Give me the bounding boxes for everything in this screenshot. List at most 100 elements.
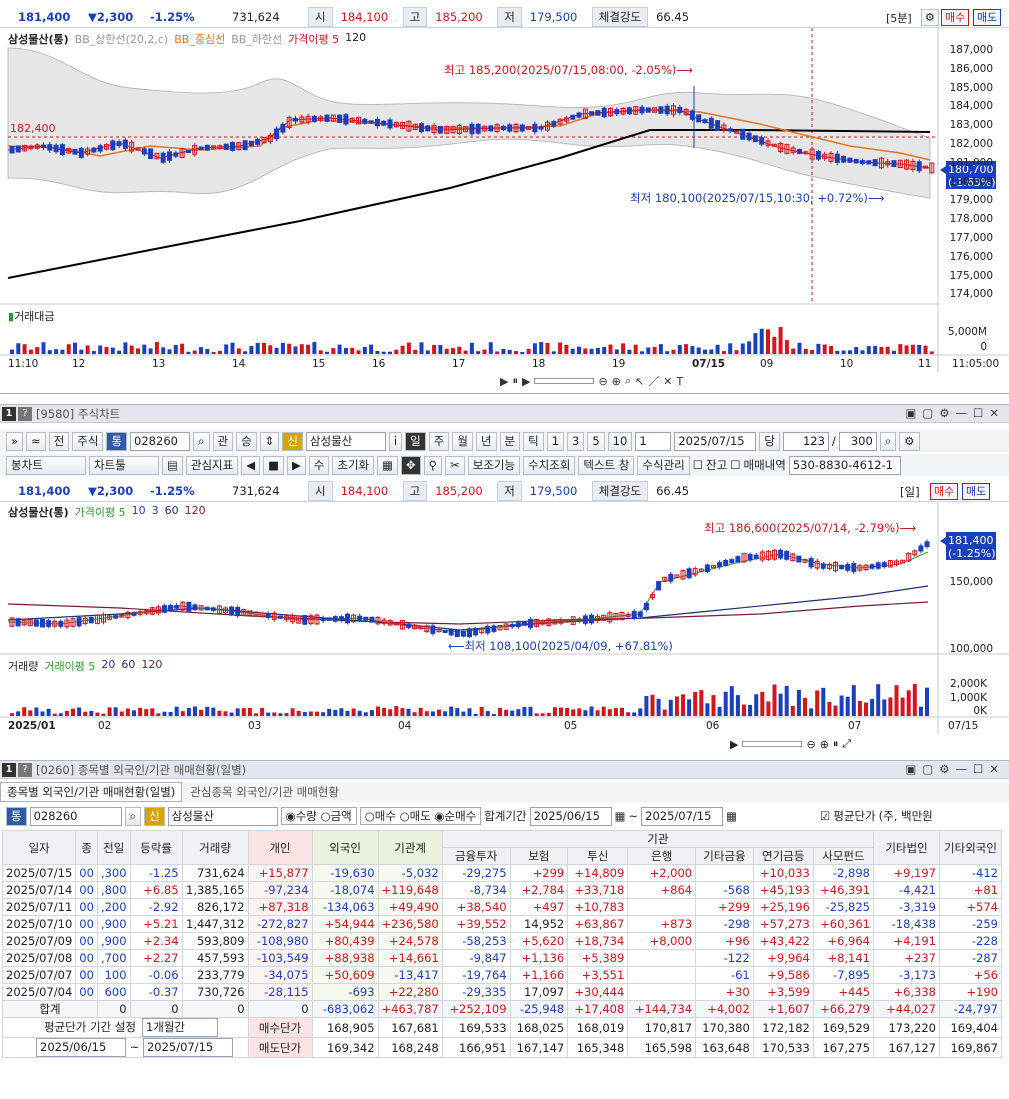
search-icon[interactable]: ⌕ <box>625 374 631 388</box>
avg-setting[interactable]: 평균단가 기간 설정 1개월간 <box>2 1017 249 1038</box>
maximize-icon[interactable]: ⤢ <box>842 737 851 751</box>
buy-button[interactable]: 매수 <box>941 9 970 26</box>
balance-checkbox[interactable]: ☐ <box>693 458 703 472</box>
col-inst-sub[interactable]: 보험 <box>509 847 569 865</box>
reset-button[interactable]: 초기화 <box>332 455 375 475</box>
zoom-in-icon-2[interactable]: ⊕ <box>820 738 829 751</box>
daily-chart[interactable]: 삼성물산(통) 가격이평 5 10 3 60 120 최고 186,600(20… <box>0 502 1009 754</box>
table-row[interactable]: 2025/07/04 00 600 -0.37 730,726 -28,115 -693 +2… <box>2 983 1002 1001</box>
next-icon[interactable]: ▶ <box>286 455 306 475</box>
save-icon[interactable]: ▤ <box>162 455 183 475</box>
link-icon-3[interactable]: 통 <box>6 806 27 826</box>
table-row[interactable]: 2025/07/09 00,900 +2.34 593,809 -108,980 +80,… <box>2 932 1002 950</box>
pause-icon[interactable]: ⏸ <box>512 374 518 388</box>
zoom-in-icon[interactable]: ⊕ <box>612 375 621 388</box>
interval-3[interactable]: 3 <box>567 431 585 451</box>
collapse-icon[interactable]: ≈ <box>26 431 46 451</box>
zoom-slider-2[interactable] <box>742 741 803 747</box>
stock-name-field[interactable]: 삼성물산 <box>305 431 386 451</box>
cursor-icon[interactable]: ↖ <box>635 375 644 388</box>
su-button[interactable]: 수 <box>308 455 330 475</box>
from-date[interactable]: 2025/06/15 <box>529 806 612 826</box>
sell-button[interactable]: 매도 <box>973 9 1002 26</box>
intraday-chart[interactable]: 삼성물산(통) BB_상한선(20,2,c) BB_중심선 BB_하한선 가격이… <box>0 28 1009 394</box>
interval-select[interactable]: 1 <box>635 431 672 451</box>
scroll-right-icon[interactable]: ▶ <box>500 375 508 388</box>
avg-checkbox[interactable]: ☑ <box>820 809 830 823</box>
col-inst-sub[interactable]: 사모펀드 <box>812 847 875 865</box>
move-icon[interactable]: ✥ <box>401 455 421 475</box>
avg-setting[interactable]: 2025/06/15 ~ 2025/07/15 <box>2 1037 249 1058</box>
line-icon[interactable]: ／ <box>648 373 659 389</box>
gear-icon[interactable]: ⚙ <box>921 9 939 26</box>
pin-icon[interactable]: ⚲ <box>423 455 443 475</box>
help-icon[interactable]: ? <box>18 406 32 421</box>
link-icon[interactable]: 통 <box>106 431 128 451</box>
trade-checkbox[interactable]: ☐ <box>730 458 740 472</box>
name-field-3[interactable]: 삼성물산 <box>167 806 278 826</box>
candle-chart-button[interactable]: 봉차트 <box>6 455 86 475</box>
avg-period-select[interactable]: 1개월간 <box>141 1018 218 1037</box>
col-other-foreign[interactable]: 기타외국인 <box>939 830 1002 865</box>
info-button[interactable]: i <box>388 431 403 451</box>
radio-buy[interactable]: ○ <box>365 809 375 823</box>
buy-button-2[interactable]: 매수 <box>930 483 959 500</box>
account-select[interactable]: 530-8830-4612-1 <box>788 455 901 475</box>
col-type[interactable]: 종 <box>75 830 98 865</box>
help-icon-3[interactable]: ? <box>18 762 32 777</box>
col-inst-sub[interactable]: 은행 <box>627 847 697 865</box>
table-row[interactable]: 2025/07/10 00,900 +5.21 1,447,312 -272,827 +5… <box>2 915 1002 933</box>
search-icon[interactable]: ⌕ <box>193 431 210 451</box>
period-day[interactable]: 일 <box>405 431 426 451</box>
period-month[interactable]: 월 <box>452 431 473 451</box>
total-input[interactable]: 300 <box>838 431 877 451</box>
period-year[interactable]: 년 <box>475 431 497 451</box>
col-other-corp[interactable]: 기타법인 <box>873 830 940 865</box>
stop-icon[interactable]: ■ <box>263 455 284 475</box>
zoom-query-icon[interactable]: ⌕ <box>879 431 897 451</box>
date-input[interactable]: 2025/07/15 <box>674 431 757 451</box>
calendar-icon[interactable]: ▦ <box>615 809 626 823</box>
col-rate[interactable]: 등락률 <box>129 830 183 865</box>
table-row[interactable]: 2025/07/11 00,200 -2.92 826,172 +87,318 -134,… <box>2 898 1002 916</box>
search-icon-3[interactable]: ⌕ <box>124 806 142 826</box>
avg-from-date[interactable]: 2025/06/15 <box>36 1038 126 1057</box>
code-input-3[interactable]: 028260 <box>29 806 122 826</box>
stepper-icon[interactable]: ⇕ <box>259 431 280 451</box>
count-input[interactable]: 123 <box>782 431 829 451</box>
period-tick[interactable]: 틱 <box>523 431 544 451</box>
interval-1[interactable]: 1 <box>546 431 565 451</box>
zoom-out-icon-2[interactable]: ⊖ <box>806 738 815 751</box>
table-row[interactable]: 2025/07/15 00,300 -1.25 731,624 +15,877 -19,6… <box>2 864 1002 882</box>
scroll-right-icon-2[interactable]: ▶ <box>730 738 738 751</box>
period-indicator-2[interactable]: [일] <box>900 484 920 500</box>
formula-button[interactable]: 수식관리 <box>637 455 690 475</box>
interval-10[interactable]: 10 <box>607 431 633 451</box>
col-date[interactable]: 일자 <box>2 830 77 865</box>
expand-icon[interactable]: » <box>6 431 24 451</box>
indicator-button[interactable]: 관심지표 <box>185 455 239 475</box>
pause-icon-2[interactable]: ⏸ <box>833 737 839 751</box>
col-inst-sub[interactable]: 투신 <box>567 847 629 865</box>
calendar-icon-2[interactable]: ▦ <box>726 809 737 823</box>
zoom-out-icon[interactable]: ⊖ <box>598 375 607 388</box>
col-inst-total[interactable]: 기관계 <box>377 830 443 865</box>
col-prev[interactable]: 전일 <box>96 830 131 865</box>
col-inst-sub[interactable]: 기타금융 <box>695 847 754 865</box>
window-controls[interactable]: ▣▢⚙—☐✕ <box>906 406 1006 420</box>
prev-button[interactable]: 전 <box>48 431 70 451</box>
tab-daily[interactable]: 종목별 외국인/기관 매매현황(일별) <box>0 782 183 802</box>
zoom-slider[interactable] <box>534 378 595 384</box>
chart-tools-button[interactable]: 차트툴 <box>89 455 159 475</box>
radio-sell[interactable]: ○ <box>400 809 410 823</box>
prev-icon[interactable]: ◀ <box>241 455 261 475</box>
radio-qty[interactable]: ◉ <box>286 809 296 823</box>
table-row[interactable]: 2025/07/07 00 100 -0.06 233,779 -34,075 +50,60… <box>2 966 1002 984</box>
col-foreign[interactable]: 외국인 <box>311 830 379 865</box>
scissors-icon[interactable]: ✂ <box>445 455 465 475</box>
aux-button[interactable]: 보조기능 <box>467 455 521 475</box>
col-individual[interactable]: 개인 <box>247 830 313 865</box>
stock-code-input[interactable]: 028260 <box>130 431 191 451</box>
col-volume[interactable]: 거래량 <box>181 830 249 865</box>
to-date[interactable]: 2025/07/15 <box>641 806 724 826</box>
